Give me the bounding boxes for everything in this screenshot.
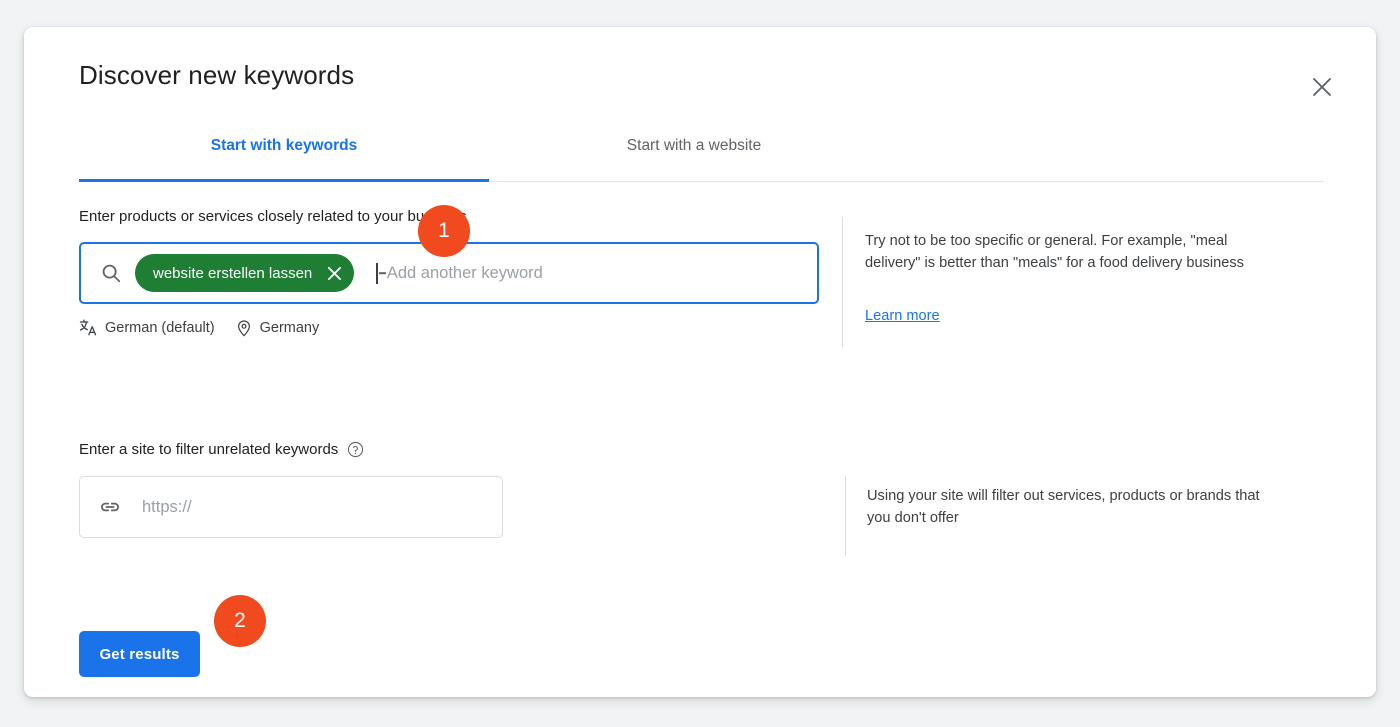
keywords-help-text: Try not to be too specific or general. F…: [865, 233, 1244, 271]
tab-start-with-a-website[interactable]: Start with a website: [489, 110, 899, 182]
site-help-text: Using your site will filter out services…: [867, 488, 1260, 526]
help-circle-icon[interactable]: [347, 441, 364, 458]
text-caret: [376, 262, 378, 284]
learn-more-link[interactable]: Learn more: [865, 308, 940, 324]
location-selector[interactable]: Germany: [235, 319, 320, 337]
active-tab-indicator: [79, 179, 489, 182]
language-selector[interactable]: German (default): [79, 318, 215, 337]
location-pin-icon: [235, 319, 253, 337]
location-label: Germany: [259, 319, 320, 336]
keywords-input-placeholder: Add another keyword: [386, 263, 543, 282]
keyword-chip-remove-button[interactable]: [322, 261, 346, 285]
keyword-chip-label: website erstellen lassen: [153, 264, 313, 282]
site-field-label: Enter a site to filter unrelated keyword…: [79, 441, 339, 458]
help-divider-site: [845, 476, 846, 556]
discover-keywords-dialog: Discover new keywords Start with keyword…: [24, 27, 1376, 697]
close-icon: [1311, 76, 1333, 98]
keywords-field-label: Enter products or services closely relat…: [79, 208, 467, 225]
language-label: German (default): [105, 319, 215, 336]
tab-label: Start with a website: [626, 137, 762, 154]
site-input-placeholder: https://: [142, 497, 192, 516]
close-dialog-button[interactable]: [1304, 69, 1340, 105]
page-root: Discover new keywords Start with keyword…: [0, 0, 1400, 727]
keywords-meta-row: German (default) Germany: [79, 318, 319, 337]
tab-start-with-keywords[interactable]: Start with keywords: [79, 110, 489, 182]
site-filter-input[interactable]: https://: [79, 476, 503, 538]
dialog-tabs: Start with keywords Start with a website: [79, 110, 1324, 185]
link-icon: [94, 495, 126, 519]
search-icon: [95, 262, 127, 284]
help-divider-keywords: [842, 217, 843, 347]
page-title: Discover new keywords: [79, 60, 355, 90]
keyword-chip[interactable]: website erstellen lassen: [135, 254, 355, 292]
keyword-text-entry[interactable]: Add another keyword: [376, 262, 803, 284]
get-results-button[interactable]: Get results: [79, 631, 200, 677]
keywords-input[interactable]: website erstellen lassen Add another key…: [79, 242, 819, 304]
translate-icon: [79, 318, 98, 337]
plus-icon: [379, 272, 387, 274]
site-field-label-row: Enter a site to filter unrelated keyword…: [79, 441, 364, 458]
tab-label: Start with keywords: [210, 137, 358, 154]
